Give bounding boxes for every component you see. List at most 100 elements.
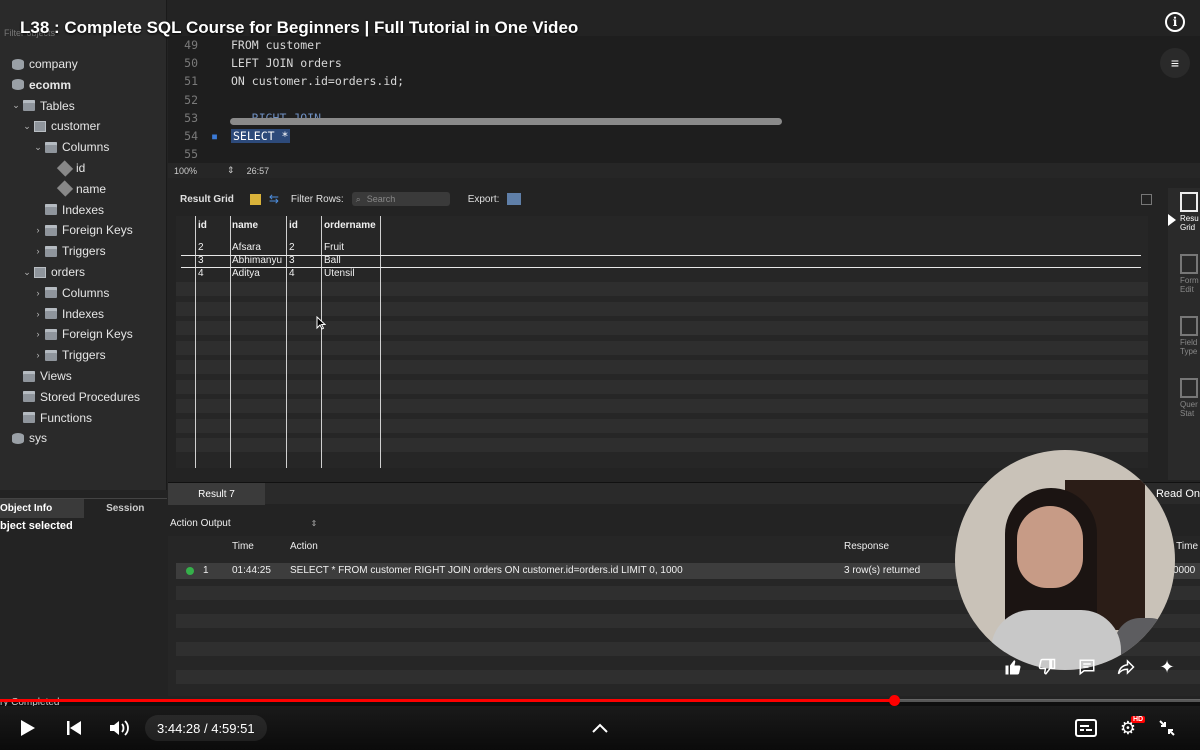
- header-action[interactable]: Action: [290, 541, 318, 552]
- table-row[interactable]: 4 Aditya 4 Utensil: [176, 268, 1148, 281]
- tree-item-stored-procedures[interactable]: Stored Procedures: [11, 387, 140, 407]
- editor-horizontal-scrollbar[interactable]: [230, 118, 782, 125]
- table-cell[interactable]: 2: [289, 242, 295, 253]
- tree-item-indexes[interactable]: Indexes: [33, 200, 104, 220]
- column-header[interactable]: ordername: [324, 220, 376, 231]
- filter-search-input[interactable]: ⌕ Search: [351, 192, 450, 206]
- tree-item-company[interactable]: company: [0, 54, 78, 74]
- chevron-icon[interactable]: ›: [33, 225, 43, 235]
- table-cell[interactable]: Aditya: [232, 268, 260, 279]
- code-text: LEFT JOIN orders: [231, 56, 342, 71]
- table-row[interactable]: 2 Afsara 2 Fruit: [176, 242, 1148, 255]
- table-cell[interactable]: Utensil: [324, 268, 355, 279]
- form-editor-panel[interactable]: Form Edit: [1180, 254, 1200, 294]
- progress-bar[interactable]: [0, 695, 1200, 706]
- tab-object-info[interactable]: Object Info: [0, 499, 84, 518]
- share-icon[interactable]: [1113, 654, 1139, 680]
- column-header[interactable]: id: [289, 220, 298, 231]
- header-response[interactable]: Response: [844, 541, 889, 552]
- column-header[interactable]: id: [198, 220, 207, 231]
- line-number: 55: [184, 147, 198, 162]
- sparkle-icon[interactable]: ✦: [1154, 654, 1180, 680]
- result-grid[interactable]: id name id ordername 2 Afsara 2 Fruit 3 Abhimanyu…: [176, 216, 1148, 468]
- code-line[interactable]: 49 FROM customer: [168, 36, 321, 54]
- table-cell[interactable]: 2: [198, 242, 204, 253]
- table-cell[interactable]: Afsara: [232, 242, 261, 253]
- table-cell[interactable]: 4: [198, 268, 204, 279]
- chevron-icon[interactable]: ⌄: [22, 121, 32, 132]
- chevron-icon[interactable]: ›: [33, 350, 43, 360]
- tree-item-sys[interactable]: sys: [0, 428, 47, 448]
- zoom-level[interactable]: 100%: [174, 166, 197, 176]
- chevron-icon[interactable]: ⌄: [33, 142, 43, 153]
- output-row-duration: 0000: [1173, 565, 1196, 576]
- tree-item-foreign-keys[interactable]: › Foreign Keys: [33, 324, 133, 344]
- query-stats-panel[interactable]: Quer Stat: [1180, 378, 1200, 418]
- field-types-panel[interactable]: Field Type: [1180, 316, 1200, 356]
- result-grid-panel[interactable]: Resu Grid: [1180, 192, 1200, 232]
- like-icon[interactable]: [1000, 654, 1026, 680]
- chevron-icon[interactable]: ⌄: [22, 267, 32, 278]
- wrap-cell-icon[interactable]: [1141, 193, 1152, 205]
- table-cell[interactable]: 3: [198, 255, 204, 266]
- comment-icon[interactable]: [1074, 654, 1100, 680]
- row-separator: [181, 267, 1141, 268]
- tab-result-7[interactable]: Result 7: [168, 483, 265, 505]
- table-cell[interactable]: 3: [289, 255, 295, 266]
- tree-item-columns[interactable]: › Columns: [33, 283, 110, 303]
- code-line[interactable]: 55: [168, 145, 231, 163]
- subtitles-icon[interactable]: [1074, 716, 1098, 740]
- column-header[interactable]: name: [232, 220, 258, 231]
- query-editor[interactable]: 49 FROM customer 50 LEFT JOIN orders 51 ON cu…: [168, 36, 1200, 163]
- chevron-icon[interactable]: ⌄: [11, 100, 21, 111]
- info-icon[interactable]: i: [1165, 12, 1185, 32]
- play-button[interactable]: [14, 714, 42, 742]
- tree-item-name[interactable]: name: [44, 179, 106, 199]
- tree-item-triggers[interactable]: › Triggers: [33, 345, 106, 365]
- code-line[interactable]: 51 ON customer.id=orders.id;: [168, 72, 404, 90]
- folder-icon: [23, 100, 35, 112]
- dislike-icon[interactable]: [1034, 654, 1060, 680]
- video-title[interactable]: L38 : Complete SQL Course for Beginners …: [20, 18, 578, 38]
- tree-item-id[interactable]: id: [44, 158, 85, 178]
- playlist-icon[interactable]: ≡: [1160, 48, 1190, 78]
- previous-button[interactable]: [62, 714, 86, 742]
- code-line[interactable]: 54 ■ SELECT *: [168, 127, 291, 145]
- tree-item-indexes[interactable]: › Indexes: [33, 304, 105, 324]
- exit-fullscreen-icon[interactable]: [1155, 714, 1179, 742]
- refresh-icon[interactable]: ⇆: [269, 193, 283, 205]
- tree-item-columns[interactable]: ⌄ Columns: [33, 137, 109, 157]
- chevron-icon[interactable]: ›: [33, 288, 43, 298]
- table-cell[interactable]: Abhimanyu: [232, 255, 282, 266]
- header-time[interactable]: Time: [232, 541, 254, 552]
- chevron-icon[interactable]: ›: [33, 309, 43, 319]
- tree-item-tables[interactable]: ⌄ Tables: [11, 96, 74, 116]
- tree-item-orders[interactable]: ⌄ orders: [22, 262, 85, 282]
- object-info-text: bject selected: [0, 520, 73, 532]
- chevron-icon[interactable]: ›: [33, 329, 43, 339]
- tree-item-functions[interactable]: Functions: [11, 408, 92, 428]
- tree-item-ecomm[interactable]: ecomm: [0, 75, 71, 95]
- chevron-icon[interactable]: ›: [33, 246, 43, 256]
- export-icon[interactable]: [507, 193, 522, 205]
- volume-button[interactable]: [106, 714, 134, 742]
- folder-icon: [45, 204, 57, 216]
- output-selector[interactable]: Action Output ⇕: [168, 514, 368, 532]
- chevron-up-icon[interactable]: [588, 714, 612, 742]
- table-icon: [34, 266, 46, 278]
- table-cell[interactable]: Fruit: [324, 242, 344, 253]
- zoom-stepper-icon[interactable]: ⇕: [227, 165, 235, 176]
- search-icon: ⌕: [355, 193, 361, 204]
- grid-view-icon[interactable]: [249, 193, 261, 205]
- tree-item-triggers[interactable]: › Triggers: [33, 241, 106, 261]
- code-line[interactable]: 50 LEFT JOIN orders: [168, 54, 342, 72]
- table-cell[interactable]: 4: [289, 268, 295, 279]
- code-line[interactable]: 52: [168, 91, 231, 109]
- tree-item-views[interactable]: Views: [11, 366, 72, 386]
- tree-item-customer[interactable]: ⌄ customer: [22, 116, 100, 136]
- progress-scrubber[interactable]: [888, 695, 900, 706]
- tree-item-foreign-keys[interactable]: › Foreign Keys: [33, 220, 133, 240]
- table-cell[interactable]: Ball: [324, 255, 341, 266]
- tab-session[interactable]: Session: [84, 499, 168, 518]
- tree-item-label: name: [76, 181, 107, 196]
